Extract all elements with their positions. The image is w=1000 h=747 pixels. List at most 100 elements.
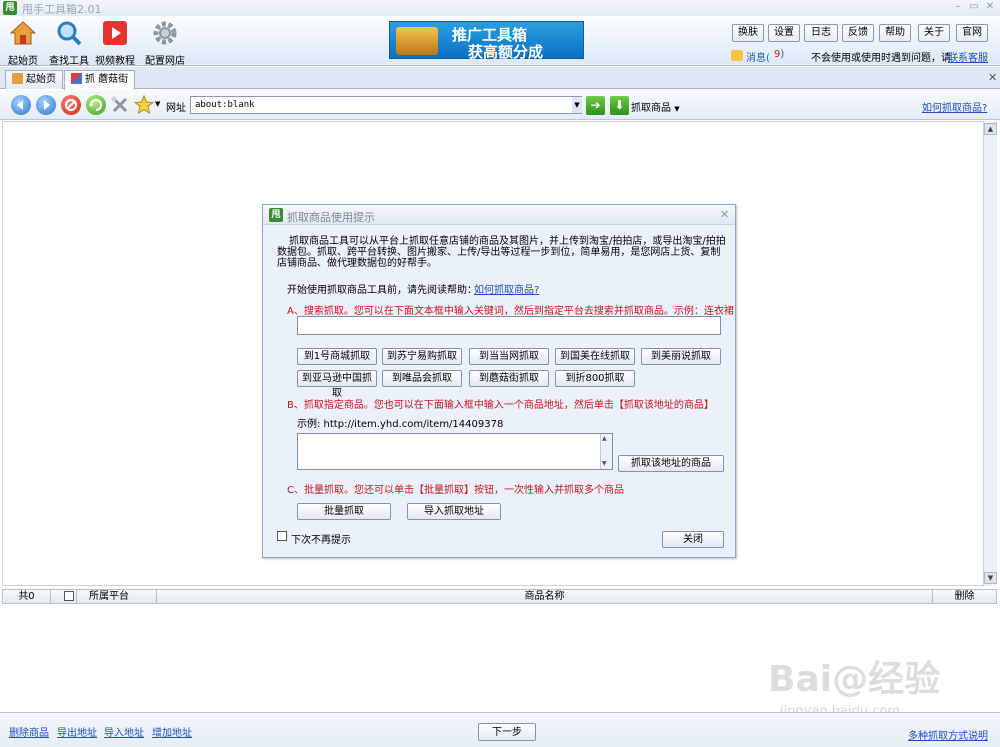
- url-label: 网址: [166, 103, 186, 114]
- video-tutorial-button[interactable]: 视频教程: [92, 20, 138, 67]
- export-addresses-link[interactable]: 导出地址: [57, 724, 97, 739]
- app-icon: 甩: [269, 208, 283, 222]
- gear-icon: [153, 21, 177, 45]
- skin-button[interactable]: 换肤: [732, 24, 764, 42]
- grab-suning-button[interactable]: 到苏宁易购抓取: [382, 348, 462, 365]
- delete-products-link[interactable]: 删除商品: [9, 724, 49, 739]
- scroll-up-icon[interactable]: ▲: [984, 123, 997, 135]
- close-dialog-button[interactable]: 关闭: [662, 531, 724, 548]
- dont-show-checkbox[interactable]: [277, 531, 287, 541]
- delete-column: 删除: [954, 591, 975, 602]
- favorites-star-icon[interactable]: [133, 94, 155, 115]
- stop-icon[interactable]: [61, 95, 81, 115]
- section-a-label: A、搜索抓取。您可以在下面文本框中输入关键词，然后到指定平台去搜索并抓取商品。示…: [287, 306, 734, 317]
- import-addresses-button[interactable]: 导入抓取地址: [407, 503, 501, 520]
- how-to-grab-link[interactable]: 如何抓取商品?: [474, 281, 539, 296]
- house-icon: [9, 21, 37, 45]
- download-icon: ⬇: [610, 96, 629, 115]
- tools-icon[interactable]: [110, 95, 130, 115]
- tab-bar: 起始页 抓 蘑菇街 ✕: [0, 67, 1000, 90]
- website-button[interactable]: 官网: [956, 24, 988, 42]
- treasure-chest-icon: [396, 27, 438, 55]
- grab-methods-link[interactable]: 多种抓取方式说明: [908, 727, 988, 742]
- section-c-label: C、批量抓取。您还可以单击【批量抓取】按钮，一次性输入并抓取多个商品: [287, 485, 624, 496]
- platform-column: 所属平台: [77, 590, 157, 603]
- textarea-scrollbar[interactable]: ▲ ▼: [600, 434, 612, 469]
- watermark-logo-text: Bai@经验: [768, 659, 941, 700]
- app-icon: 甩: [3, 1, 17, 15]
- tab-mogujie[interactable]: 抓 蘑菇街: [64, 70, 136, 90]
- settings-button[interactable]: 设置: [768, 24, 800, 42]
- main-toolbar: 起始页 查找工具 视频教程 配置网店 推广工具箱 获高额分成 换肤 设置 日志 …: [0, 16, 1000, 67]
- magnifier-icon: [57, 21, 82, 46]
- refresh-icon[interactable]: [86, 95, 106, 115]
- grab-gome-button[interactable]: 到国美在线抓取: [555, 348, 635, 365]
- grab-vip-button[interactable]: 到唯品会抓取: [382, 370, 462, 387]
- grab-meilishuo-button[interactable]: 到美丽说抓取: [641, 348, 721, 365]
- home-tool-button[interactable]: 起始页: [0, 20, 46, 67]
- import-addresses-link[interactable]: 导入地址: [104, 724, 144, 739]
- start-text: 开始使用抓取商品工具前，请先阅读帮助：: [287, 285, 477, 296]
- dialog-intro: 抓取商品工具可以从平台上抓取任意店铺的商品及其图片，并上传到淘宝/拍拍店，或导出…: [277, 236, 726, 269]
- count-column: 共0: [3, 590, 51, 603]
- play-icon: [103, 21, 127, 45]
- close-window-icon[interactable]: ✕: [982, 0, 998, 14]
- grab-yhd-button[interactable]: 到1号商城抓取: [297, 348, 377, 365]
- how-to-grab-link[interactable]: 如何抓取商品?: [922, 99, 987, 114]
- help-button[interactable]: 帮助: [879, 24, 911, 42]
- close-tab-icon[interactable]: ✕: [988, 71, 997, 84]
- grab-amazon-button[interactable]: 到亚马逊中国抓取: [297, 370, 377, 399]
- browser-scrollbar[interactable]: ▲ ▼: [983, 121, 997, 586]
- feedback-button[interactable]: 反馈: [842, 24, 874, 42]
- banner-line-2: 获高额分成: [468, 43, 544, 61]
- scroll-down-icon[interactable]: ▼: [602, 460, 607, 467]
- dialog-close-icon[interactable]: ✕: [720, 208, 729, 221]
- go-arrow-icon[interactable]: ➔: [586, 96, 605, 115]
- grab-address-button[interactable]: 抓取该地址的商品: [618, 455, 724, 472]
- url-dropdown-icon[interactable]: ▼: [572, 97, 582, 113]
- message-icon: [731, 50, 743, 61]
- example-url: 示例: http://item.yhd.com/item/14409378: [297, 419, 504, 430]
- grab-tab-icon: [71, 73, 82, 84]
- minimize-icon[interactable]: –: [950, 0, 966, 14]
- section-b-label: B、抓取指定商品。您也可以在下面输入框中输入一个商品地址，然后单击【抓取该地址的…: [287, 400, 714, 411]
- house-icon: [12, 73, 23, 84]
- dialog-title: 抓取商品使用提示: [287, 211, 375, 224]
- bottom-bar: 删除商品 导出地址 导入地址 增加地址 下一步 多种抓取方式说明: [0, 712, 1000, 747]
- select-all-checkbox[interactable]: [64, 591, 74, 601]
- message-count[interactable]: 9): [774, 49, 784, 60]
- log-button[interactable]: 日志: [804, 24, 838, 42]
- contact-support-link[interactable]: 联系客服: [948, 49, 988, 64]
- about-button[interactable]: 关于: [918, 24, 950, 42]
- scroll-up-icon[interactable]: ▲: [602, 435, 607, 442]
- navigation-bar: ▼ 网址 about:blank ▼ ➔ ⬇ 抓取商品 ▼ 如何抓取商品?: [0, 90, 1000, 120]
- back-icon[interactable]: [11, 95, 31, 115]
- add-address-link[interactable]: 增加地址: [152, 724, 192, 739]
- help-text: 不会使用或使用时遇到问题，请: [811, 53, 951, 64]
- product-url-textarea[interactable]: ▲ ▼: [297, 433, 613, 470]
- find-tools-button[interactable]: 查找工具: [46, 20, 92, 67]
- config-store-button[interactable]: 配置网店: [141, 20, 189, 67]
- keyword-input[interactable]: [297, 316, 721, 335]
- promo-banner[interactable]: 推广工具箱 获高额分成: [389, 21, 584, 61]
- scroll-down-icon[interactable]: ▼: [984, 572, 997, 584]
- grab-dangdang-button[interactable]: 到当当网抓取: [469, 348, 549, 365]
- maximize-icon[interactable]: ▭: [966, 0, 982, 14]
- product-name-column: 商品名称: [157, 590, 933, 603]
- title-bar: 甩 甩手工具箱2.01 – ▭ ✕: [0, 0, 1000, 16]
- batch-grab-button[interactable]: 批量抓取: [297, 503, 391, 520]
- message-label[interactable]: 消息(: [746, 49, 770, 64]
- grab-mogujie-button[interactable]: 到蘑菇街抓取: [469, 370, 549, 387]
- favorites-dropdown-icon[interactable]: ▼: [155, 100, 160, 108]
- tab-home[interactable]: 起始页: [5, 70, 63, 89]
- dialog-title-bar: 甩 抓取商品使用提示 ✕: [263, 205, 735, 225]
- grab-products-menu[interactable]: 抓取商品 ▼: [631, 99, 680, 114]
- url-input[interactable]: about:blank: [190, 96, 582, 114]
- next-step-button[interactable]: 下一步: [478, 723, 536, 741]
- forward-icon[interactable]: [36, 95, 56, 115]
- grab-tips-dialog: 甩 抓取商品使用提示 ✕ 抓取商品工具可以从平台上抓取任意店铺的商品及其图片，并…: [262, 204, 736, 558]
- grab-zhe800-button[interactable]: 到折800抓取: [555, 370, 635, 387]
- product-list-header: 共0 所属平台 商品名称 删除: [2, 589, 997, 604]
- window-title: 甩手工具箱2.01: [22, 3, 102, 16]
- dont-show-label: 下次不再提示: [291, 535, 351, 546]
